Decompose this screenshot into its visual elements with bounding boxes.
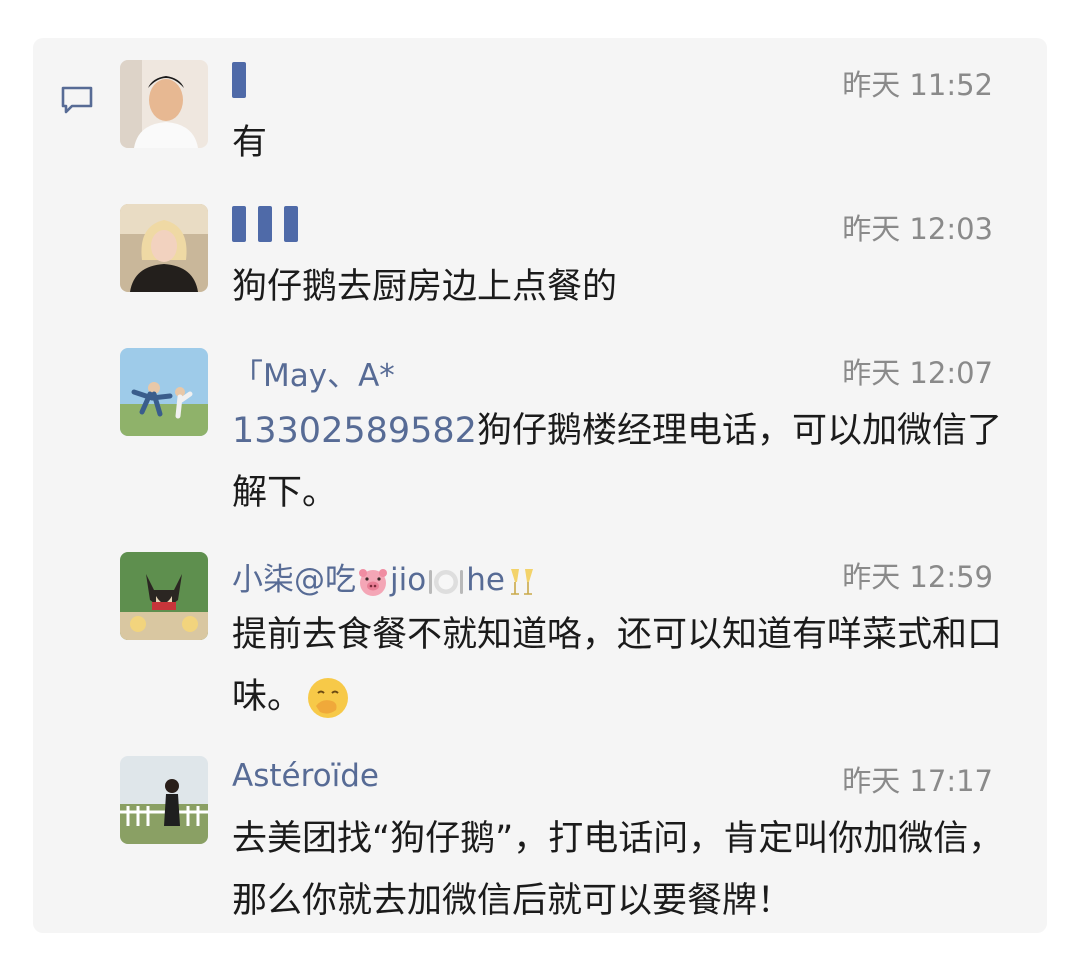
message-text: 有 <box>232 123 268 163</box>
avatar[interactable] <box>120 204 208 292</box>
masked-name-block <box>232 205 246 242</box>
sender-name-part: 小柒@吃 <box>232 562 356 598</box>
sender-name[interactable]: 「May、A* <box>232 350 395 395</box>
message-text: 提前去食餐不就知道咯，还可以知道有咩菜式和口味。 <box>232 604 1017 728</box>
masked-name-block <box>232 61 246 98</box>
sender-name[interactable]: 小柒@吃 jio he <box>232 554 539 599</box>
sender-name-part: jio <box>390 562 427 598</box>
masked-name-block <box>258 205 272 242</box>
avatar[interactable] <box>120 348 208 436</box>
message-text: 狗仔鹅去厨房边上点餐的 <box>232 267 618 307</box>
message-time: 昨天 11:52 <box>842 68 993 102</box>
message-time: 昨天 12:03 <box>842 212 993 246</box>
avatar[interactable] <box>120 552 208 640</box>
clinking-glasses-emoji <box>505 566 539 598</box>
message-text: 13302589582狗仔鹅楼经理电话，可以加微信了解下。 <box>232 400 1017 524</box>
message-time: 昨天 12:07 <box>842 356 993 390</box>
sender-name-part: he <box>466 562 505 598</box>
sender-name[interactable]: Astéroïde <box>232 758 379 794</box>
pig-face-emoji <box>356 567 390 597</box>
message-time: 昨天 12:59 <box>842 560 993 594</box>
comment-icon[interactable] <box>60 85 94 115</box>
message-time: 昨天 17:17 <box>842 764 993 798</box>
masked-name-block <box>284 205 298 242</box>
fork-knife-plate-emoji <box>426 567 466 597</box>
hand-over-mouth-emoji <box>306 676 350 720</box>
phone-number-link[interactable]: 13302589582 <box>232 411 477 451</box>
avatar[interactable] <box>120 756 208 844</box>
avatar[interactable] <box>120 60 208 148</box>
message-text: 去美团找“狗仔鹅”，打电话问，肯定叫你加微信，那么你就去加微信后就可以要餐牌！ <box>232 819 1004 921</box>
sender-name[interactable] <box>232 60 258 98</box>
sender-name[interactable] <box>232 204 310 242</box>
